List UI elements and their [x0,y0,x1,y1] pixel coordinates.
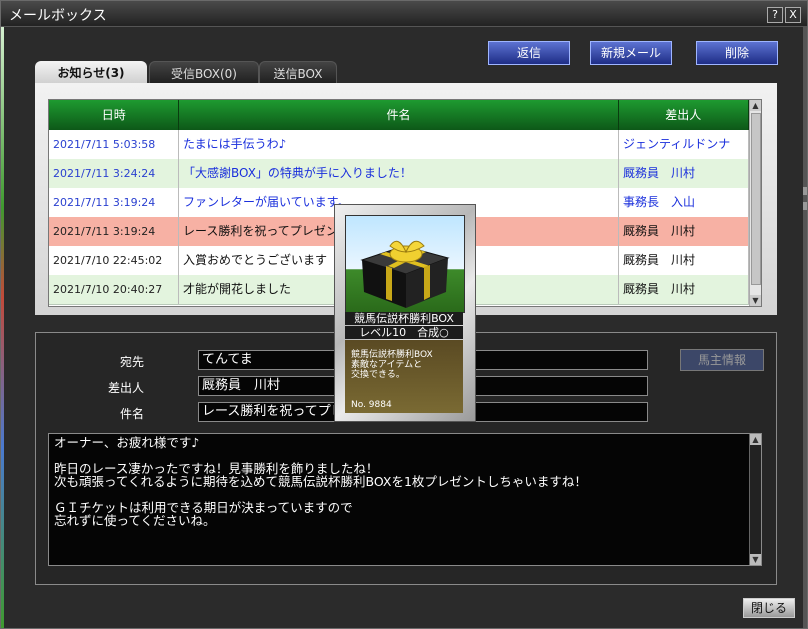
delete-button[interactable]: 削除 [696,41,778,65]
header-subject: 件名 [179,100,619,130]
mail-body-scrollbar[interactable]: ▲ ▼ [749,434,761,565]
edge-tick [803,187,807,195]
body-line: 忘れずに使ってくださいね。 [54,513,216,528]
row-date: 2021/7/11 3:19:24 [49,217,179,246]
row-subject: たまには手伝うわ♪ [179,130,619,159]
item-card-tooltip: 競馬伝説杯勝利BOX レベル10 合成○ 競馬伝説杯勝利BOX 素敵なアイテムと… [334,204,476,422]
mail-body[interactable]: オーナー、お疲れ様です♪ 昨日のレース凄かったですね！見事勝利を飾りましたね！ … [48,433,762,566]
desc-line: 競馬伝説杯勝利BOX [351,350,433,360]
scroll-up-icon[interactable]: ▲ [750,100,761,111]
left-edge-decoration [1,27,4,628]
mail-list-header: 日時 件名 差出人 [49,100,749,130]
scroll-up-icon[interactable]: ▲ [750,434,761,445]
table-row[interactable]: 2021/7/11 3:24:24 「大感謝BOX」の特典が手に入りました！ 厩… [49,159,749,189]
row-sender: 厩務員 川村 [619,246,749,275]
header-sender: 差出人 [619,100,749,130]
row-sender: ジェンティルドンナ [619,130,749,159]
row-subject: 「大感謝BOX」の特典が手に入りました！ [179,159,619,188]
desc-line: 素敵なアイテムと [351,360,423,370]
table-row[interactable]: 2021/7/11 5:03:58 たまには手伝うわ♪ ジェンティルドンナ [49,130,749,160]
help-button[interactable]: ? [767,7,783,23]
item-number: No. 9884 [351,400,392,410]
right-edge-decoration [803,27,807,628]
window-title: メールボックス [9,8,107,24]
item-level: レベル10 合成○ [345,326,463,339]
scroll-down-icon[interactable]: ▼ [750,295,761,306]
new-mail-button[interactable]: 新規メール [590,41,672,65]
item-name: 競馬伝説杯勝利BOX [345,312,463,325]
subject-label: 件名 [119,407,144,421]
scroll-thumb[interactable] [751,113,761,285]
reply-button[interactable]: 返信 [488,41,570,65]
tab-outbox[interactable]: 送信BOX [259,61,337,85]
row-date: 2021/7/11 3:24:24 [49,159,179,188]
row-date: 2021/7/11 3:19:24 [49,188,179,217]
row-sender: 厩務員 川村 [619,159,749,188]
header-date: 日時 [49,100,180,130]
row-date: 2021/7/10 22:45:02 [49,246,179,275]
row-sender: 厩務員 川村 [619,217,749,246]
gift-box-image [345,215,465,313]
owner-info-button[interactable]: 馬主情報 [680,349,764,371]
window-close-button[interactable]: X [785,7,801,23]
mail-list-scrollbar[interactable]: ▲ ▼ [749,100,761,306]
scroll-down-icon[interactable]: ▼ [750,554,761,565]
mailbox-window: メールボックス ? X 返信 新規メール 削除 お知らせ(3) 受信BOX(0)… [0,0,808,629]
from-label: 差出人 [107,381,144,395]
tab-inbox[interactable]: 受信BOX(0) [149,61,259,85]
title-bar: メールボックス ? X [1,1,807,27]
edge-tick [803,202,807,210]
body-line: オーナー、お疲れ様です♪ [54,435,200,450]
to-label: 宛先 [119,355,144,369]
desc-line: 交換できる。 [351,370,405,380]
body-line: 次も頑張ってくれるように期待を込めて競馬伝説杯勝利BOXを1枚プレゼントしちゃい… [54,474,587,489]
row-sender: 事務長 入山 [619,188,749,217]
close-button[interactable]: 閉じる [743,598,795,618]
row-sender: 厩務員 川村 [619,275,749,304]
row-date: 2021/7/11 5:03:58 [49,130,179,159]
item-description: 競馬伝説杯勝利BOX 素敵なアイテムと 交換できる。 No. 9884 [345,340,463,413]
tab-notices[interactable]: お知らせ(3) [35,61,147,84]
gift-box-icon [360,240,450,308]
row-date: 2021/7/10 20:40:27 [49,275,179,304]
